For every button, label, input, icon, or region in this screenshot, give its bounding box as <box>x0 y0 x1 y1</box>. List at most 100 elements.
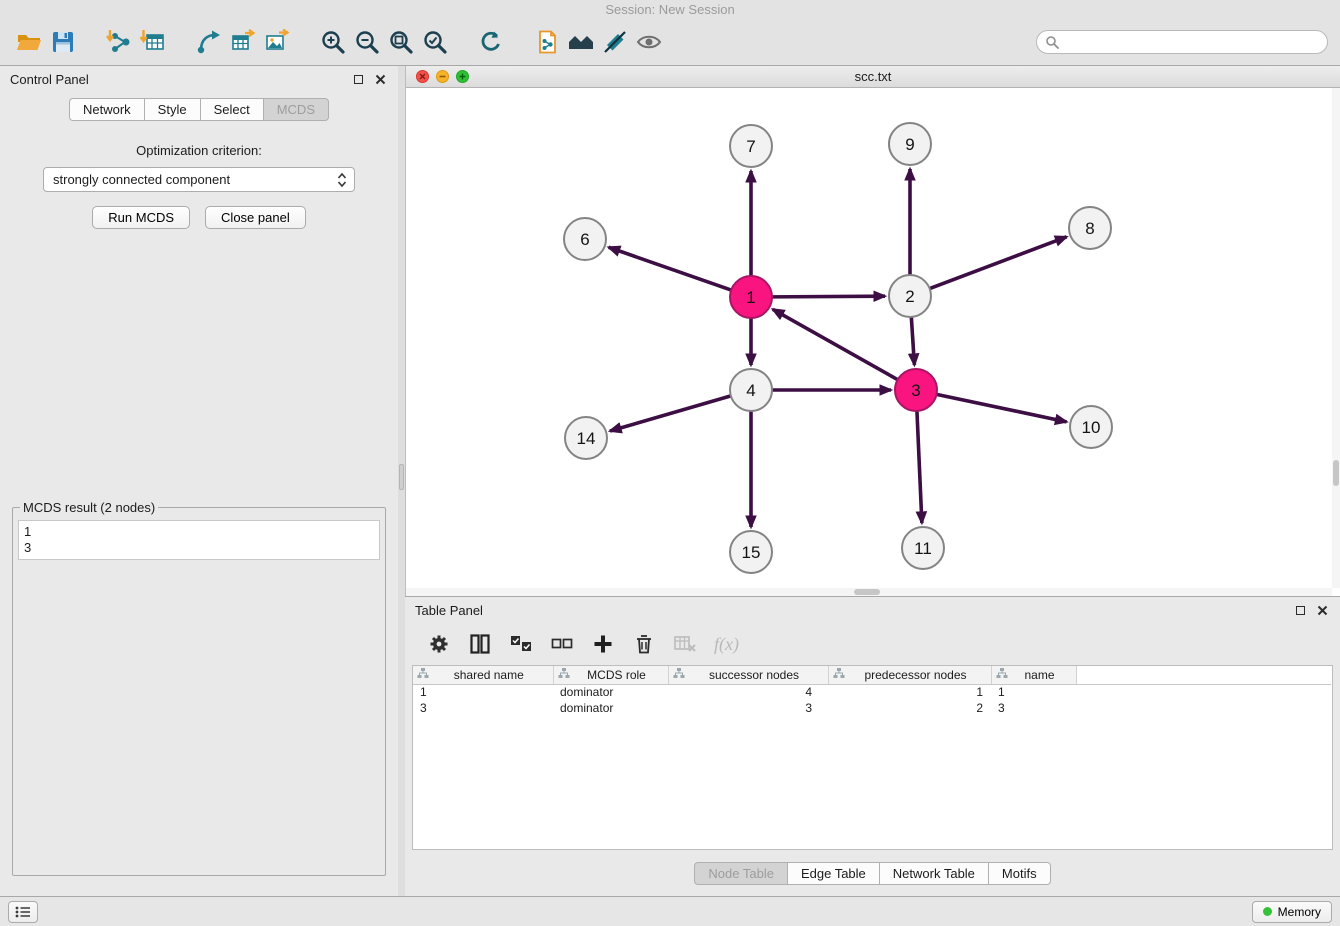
canvas-hscrollbar[interactable] <box>406 588 1332 596</box>
mcds-result-list[interactable]: 13 <box>18 520 380 560</box>
gear-icon[interactable] <box>427 632 451 656</box>
refresh-icon[interactable] <box>474 24 508 60</box>
edge-4-14[interactable] <box>610 396 731 431</box>
tab-mcds[interactable]: MCDS <box>263 98 329 121</box>
show-hide-eye-icon[interactable] <box>632 24 666 60</box>
function-builder-icon[interactable]: f(x) <box>714 634 739 655</box>
table-cell[interactable]: 1 <box>828 684 991 700</box>
edge-1-2[interactable] <box>772 296 885 297</box>
workspace: scc.txt 7968124314101511 Table Panel <box>405 66 1340 896</box>
tab-motifs[interactable]: Motifs <box>988 862 1051 885</box>
criterion-select[interactable]: strongly connected component <box>43 167 355 192</box>
run-mcds-button[interactable]: Run MCDS <box>92 206 190 229</box>
export-table-icon[interactable] <box>226 24 260 60</box>
tab-edge-table[interactable]: Edge Table <box>787 862 879 885</box>
node-3[interactable]: 3 <box>895 369 937 411</box>
search-box[interactable] <box>1036 30 1328 54</box>
table-row[interactable]: 1dominator411 <box>413 684 1331 700</box>
search-input[interactable] <box>1064 34 1319 49</box>
export-image-icon[interactable] <box>260 24 294 60</box>
edge-3-11[interactable] <box>917 411 922 523</box>
node-1[interactable]: 1 <box>730 276 772 318</box>
memory-button[interactable]: Memory <box>1252 901 1332 923</box>
zoom-out-icon[interactable] <box>350 24 384 60</box>
node-7[interactable]: 7 <box>730 125 772 167</box>
window-title: Session: New Session <box>605 2 734 17</box>
column-header-predecessor-nodes[interactable]: predecessor nodes <box>828 666 991 684</box>
close-panel-button[interactable]: Close panel <box>205 206 306 229</box>
node-2[interactable]: 2 <box>889 275 931 317</box>
table-cell[interactable]: dominator <box>553 684 668 700</box>
edge-2-3[interactable] <box>911 317 914 365</box>
column-header-shared-name[interactable]: shared name <box>413 666 553 684</box>
deselect-all-icon[interactable] <box>550 632 574 656</box>
table-cell[interactable]: 3 <box>413 700 553 716</box>
network-canvas[interactable]: 7 9 6 8 1 2 4 3 14 10 15 11 <box>406 88 1340 596</box>
table-row[interactable]: 3dominator323 <box>413 700 1331 716</box>
tab-node-table[interactable]: Node Table <box>694 862 787 885</box>
vscroll-handle[interactable] <box>1333 460 1339 486</box>
import-table-icon[interactable] <box>136 24 170 60</box>
column-header-name[interactable]: name <box>991 666 1076 684</box>
layout-home-icon[interactable] <box>564 24 598 60</box>
table-cell[interactable]: 2 <box>828 700 991 716</box>
node-14[interactable]: 14 <box>565 417 607 459</box>
table-cell[interactable]: 3 <box>991 700 1076 716</box>
edge-1-6[interactable] <box>609 247 732 290</box>
close-window-icon[interactable] <box>416 70 429 83</box>
node-4[interactable]: 4 <box>730 369 772 411</box>
tab-network[interactable]: Network <box>69 98 144 121</box>
edge-3-1[interactable] <box>773 309 898 379</box>
criterion-select-value: strongly connected component <box>53 172 336 187</box>
close-table-panel-icon[interactable] <box>1314 602 1330 618</box>
network-document-icon[interactable] <box>530 24 564 60</box>
sort-column-icon <box>996 667 1008 682</box>
canvas-vscrollbar[interactable] <box>1332 88 1340 588</box>
tab-select[interactable]: Select <box>200 98 263 121</box>
splitter-grip-icon[interactable] <box>399 464 404 490</box>
node-9[interactable]: 9 <box>889 123 931 165</box>
import-network-icon[interactable] <box>102 24 136 60</box>
column-header-MCDS-role[interactable]: MCDS role <box>553 666 668 684</box>
node-8[interactable]: 8 <box>1069 207 1111 249</box>
trash-icon[interactable] <box>632 632 656 656</box>
apply-style-icon[interactable] <box>598 24 632 60</box>
add-icon[interactable] <box>591 632 615 656</box>
hscroll-handle[interactable] <box>854 589 880 595</box>
node-11[interactable]: 11 <box>902 527 944 569</box>
panel-splitter[interactable] <box>398 66 405 896</box>
save-session-icon[interactable] <box>46 24 80 60</box>
tab-style[interactable]: Style <box>144 98 200 121</box>
node-10[interactable]: 10 <box>1070 406 1112 448</box>
tab-network-table[interactable]: Network Table <box>879 862 988 885</box>
close-panel-icon[interactable] <box>372 71 388 87</box>
zoom-fit-icon[interactable] <box>384 24 418 60</box>
minimize-window-icon[interactable] <box>436 70 449 83</box>
table-header-row: shared nameMCDS rolesuccessor nodesprede… <box>413 666 1331 684</box>
delete-table-icon[interactable] <box>673 632 697 656</box>
maximize-window-icon[interactable] <box>456 70 469 83</box>
select-all-icon[interactable] <box>509 632 533 656</box>
table-cell[interactable]: 3 <box>668 700 828 716</box>
network-graph[interactable]: 7 9 6 8 1 2 4 3 14 10 15 11 <box>406 88 1333 588</box>
svg-text:3: 3 <box>911 381 920 400</box>
svg-text:11: 11 <box>914 539 932 558</box>
edge-2-8[interactable] <box>930 237 1067 289</box>
table-cell[interactable]: 1 <box>413 684 553 700</box>
export-network-icon[interactable] <box>192 24 226 60</box>
float-table-panel-icon[interactable] <box>1292 602 1308 618</box>
zoom-selected-icon[interactable] <box>418 24 452 60</box>
columns-icon[interactable] <box>468 632 492 656</box>
svg-text:2: 2 <box>905 287 914 306</box>
table-cell[interactable]: 4 <box>668 684 828 700</box>
column-header-successor-nodes[interactable]: successor nodes <box>668 666 828 684</box>
task-history-button[interactable] <box>8 901 38 923</box>
float-panel-icon[interactable] <box>350 71 366 87</box>
table-cell[interactable]: dominator <box>553 700 668 716</box>
edge-3-10[interactable] <box>937 394 1067 421</box>
open-session-icon[interactable] <box>12 24 46 60</box>
node-6[interactable]: 6 <box>564 218 606 260</box>
table-cell[interactable]: 1 <box>991 684 1076 700</box>
node-15[interactable]: 15 <box>730 531 772 573</box>
zoom-in-icon[interactable] <box>316 24 350 60</box>
